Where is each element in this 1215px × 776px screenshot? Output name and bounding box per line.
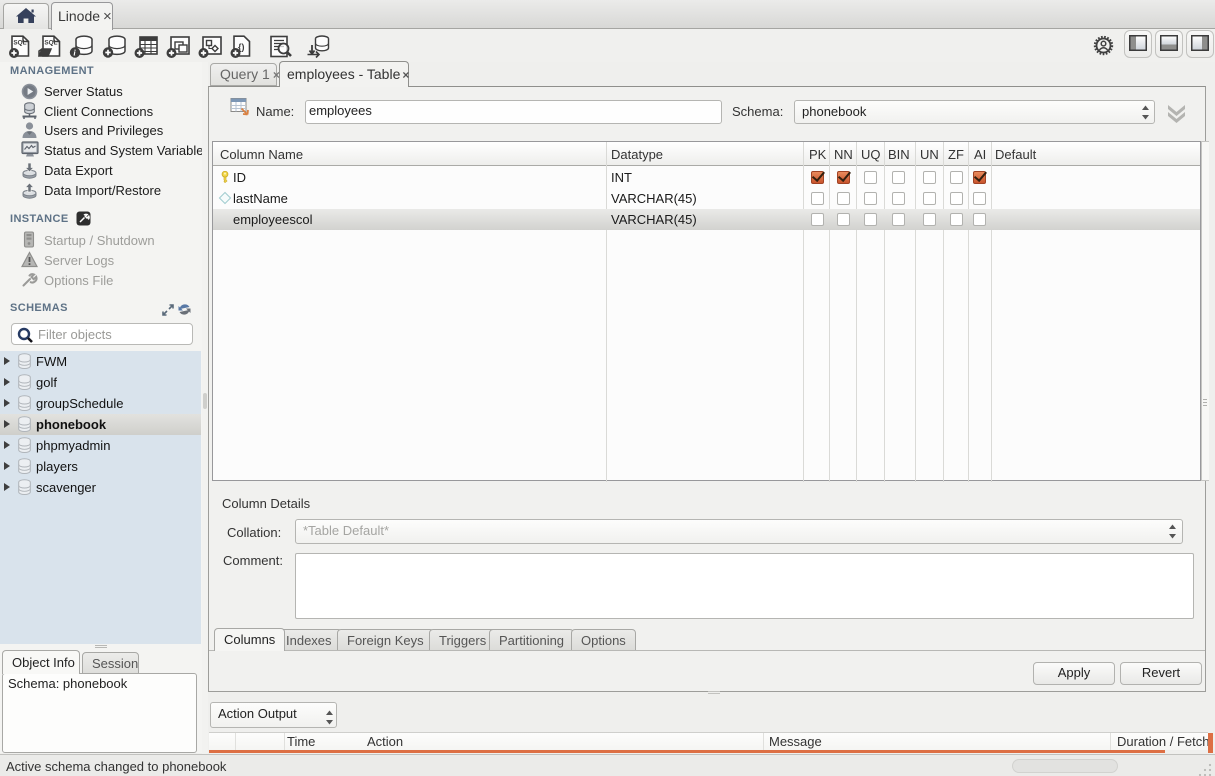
svg-text:SQL: SQL [44,39,57,46]
svg-text:SQL: SQL [13,39,26,46]
